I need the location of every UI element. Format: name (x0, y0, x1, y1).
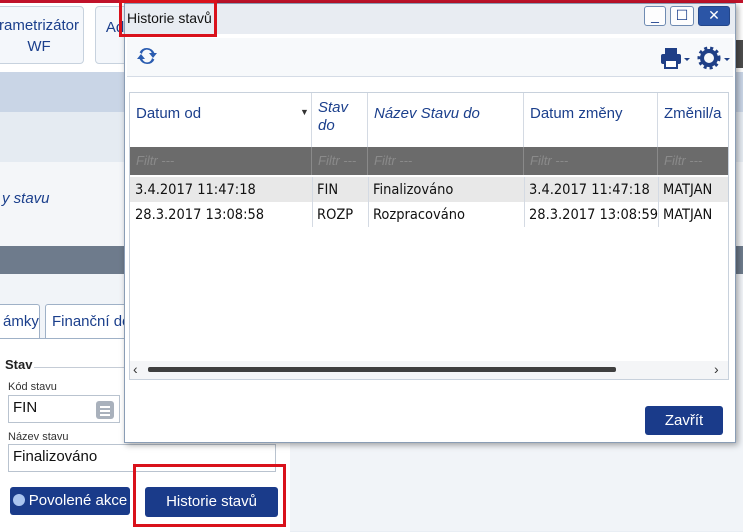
column-header-datum-zmeny[interactable]: Datum změny (524, 93, 658, 147)
column-header-label: Stav do (318, 99, 349, 134)
state-label: y stavu (2, 190, 50, 207)
table-row[interactable]: 3.4.2017 11:47:18 FIN Finalizováno 3.4.2… (130, 177, 728, 202)
tab-financni-doklady[interactable]: Finanční do (45, 304, 127, 338)
highlight-box-button (133, 464, 286, 527)
highlight-box-title (119, 0, 217, 37)
cell-datum-zmeny: 28.3.2017 13:08:59 (529, 207, 658, 223)
column-header-zmenil[interactable]: Změnil/a (658, 93, 728, 147)
povolene-akce-label: Povolené akce (28, 492, 128, 509)
column-header-nazev-stavu-do[interactable]: Název Stavu do (368, 93, 524, 147)
button-label-line2: WF (27, 38, 51, 55)
zavrit-label: Zavřít (664, 412, 704, 429)
parametrizator-wf-button[interactable]: rametrizátor WF (0, 6, 84, 64)
filter-datum-zmeny[interactable]: Filtr --- (524, 147, 658, 175)
close-icon: ✕ (708, 7, 720, 23)
cell-stav-do: FIN (317, 182, 339, 198)
filter-placeholder: Filtr --- (318, 153, 357, 168)
cell-stav-do: ROZP (317, 207, 354, 223)
column-header-label: Změnil/a (664, 105, 722, 122)
cell-nazev-stavu-do: Rozpracováno (373, 207, 465, 223)
historie-stavu-dialog: Historie stavů _ ☐ ✕ Datum od ▼ Stav do (124, 3, 736, 443)
list-icon[interactable] (96, 401, 114, 419)
actions-icon (12, 494, 25, 506)
maximize-icon: ☐ (675, 7, 689, 23)
sort-arrow-icon[interactable]: ▼ (300, 107, 309, 117)
cell-nazev-stavu-do: Finalizováno (373, 182, 454, 198)
close-window-button[interactable]: ✕ (698, 6, 730, 26)
scrollbar-thumb[interactable] (148, 367, 616, 372)
filter-placeholder: Filtr --- (664, 153, 703, 168)
cell-datum-od: 28.3.2017 13:08:58 (135, 207, 265, 223)
table-row[interactable]: 28.3.2017 13:08:58 ROZP Rozpracováno 28.… (130, 202, 728, 227)
minimize-icon: _ (651, 7, 659, 23)
filter-placeholder: Filtr --- (136, 153, 175, 168)
scroll-left-icon[interactable]: ‹ (133, 361, 138, 377)
minimize-button[interactable]: _ (644, 6, 666, 26)
button-label-line1: rametrizátor (0, 17, 80, 34)
zavrit-button[interactable]: Zavřít (645, 406, 723, 435)
column-header-label: Datum od (136, 105, 202, 122)
kod-stavu-label: Kód stavu (8, 381, 57, 393)
cell-zmenil: MATJAN (663, 207, 713, 223)
column-divider (312, 177, 313, 227)
cell-zmenil: MATJAN (663, 182, 713, 198)
history-grid: Datum od ▼ Stav do Název Stavu do Datum … (129, 92, 729, 380)
column-divider (658, 177, 659, 227)
settings-gear-icon[interactable] (697, 46, 731, 70)
maximize-button[interactable]: ☐ (670, 6, 694, 26)
tab-label: ámky (3, 313, 39, 330)
nazev-stavu-label: Název stavu (8, 431, 69, 443)
scroll-right-icon[interactable]: › (714, 361, 719, 377)
column-header-label: Datum změny (530, 105, 623, 122)
filter-datum-od[interactable]: Filtr --- (130, 147, 312, 175)
column-header-stav-do[interactable]: Stav do (312, 93, 368, 147)
filter-stav-do[interactable]: Filtr --- (312, 147, 368, 175)
filter-placeholder: Filtr --- (374, 153, 413, 168)
column-divider (524, 177, 525, 227)
nazev-stavu-value: Finalizováno (13, 448, 98, 465)
cell-datum-zmeny: 3.4.2017 11:47:18 (529, 182, 650, 198)
refresh-icon[interactable] (135, 44, 159, 68)
filter-nazev-stavu-do[interactable]: Filtr --- (368, 147, 524, 175)
column-divider (368, 177, 369, 227)
filter-zmenil[interactable]: Filtr --- (658, 147, 728, 175)
povolene-akce-button[interactable]: Povolené akce (10, 487, 130, 515)
dialog-toolbar (127, 38, 733, 77)
column-header-label: Název Stavu do (374, 105, 480, 122)
filter-placeholder: Filtr --- (530, 153, 569, 168)
print-icon[interactable] (659, 46, 691, 70)
kod-stavu-value: FIN (13, 399, 38, 416)
column-header-datum-od[interactable]: Datum od ▼ (130, 93, 312, 147)
horizontal-scrollbar[interactable]: ‹ › (130, 361, 728, 379)
tab-poznamky[interactable]: ámky (0, 304, 40, 338)
tab-label: Finanční do (52, 313, 127, 330)
right-edge-control (736, 40, 743, 68)
cell-datum-od: 3.4.2017 11:47:18 (135, 182, 256, 198)
section-title: Stav (5, 357, 33, 372)
